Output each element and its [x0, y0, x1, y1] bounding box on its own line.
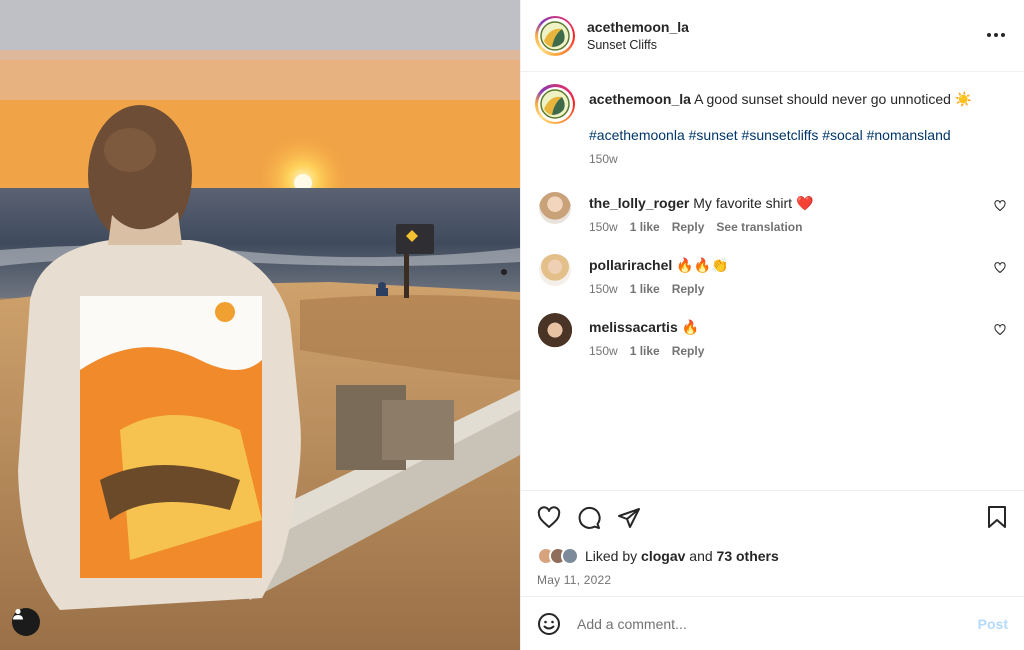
caption-age[interactable]: 150w	[589, 152, 618, 166]
instagram-post-modal: acethemoon_la Sunset Cliffs acethemoon_l…	[0, 0, 1024, 650]
add-comment-bar: Post	[521, 596, 1024, 650]
post-photo[interactable]	[0, 0, 520, 650]
like-heart-icon[interactable]	[537, 506, 561, 530]
reply-button[interactable]: Reply	[672, 282, 705, 296]
comment-item: the_lolly_roger My favorite shirt ❤️ 150…	[535, 188, 1008, 234]
likes-summary: Liked by clogav and 73 others	[537, 547, 1008, 565]
acethemoon-logo-icon	[540, 89, 570, 119]
post-location[interactable]: Sunset Cliffs	[587, 38, 689, 52]
comment-like-heart-icon[interactable]	[994, 200, 1006, 212]
likes-prefix: Liked by	[585, 548, 638, 564]
liker-avatars[interactable]	[537, 547, 579, 565]
comment-text: melissacartis 🔥	[589, 312, 1008, 336]
caption-avatar-image	[537, 86, 573, 122]
post-header: acethemoon_la Sunset Cliffs	[521, 0, 1024, 72]
emoji-smiley-icon[interactable]	[537, 612, 561, 636]
comment-input[interactable]	[577, 615, 978, 632]
reply-button[interactable]: Reply	[672, 344, 705, 358]
comment-likes[interactable]: 1 like	[630, 282, 660, 296]
comment-body: melissacartis 🔥 150w 1 like Reply	[589, 312, 1008, 358]
comment-meta: 150w 1 like Reply See translation	[589, 220, 1008, 234]
post-date[interactable]: May 11, 2022	[537, 573, 1008, 587]
commenter-avatar[interactable]	[536, 313, 574, 351]
comment-age[interactable]: 150w	[589, 220, 618, 234]
post-header-text: acethemoon_la Sunset Cliffs	[587, 19, 689, 52]
post-comment-button[interactable]: Post	[978, 616, 1008, 632]
person-icon	[13, 608, 23, 620]
likes-and: and	[689, 548, 713, 564]
caption-author-avatar[interactable]	[535, 84, 575, 124]
comment-likes[interactable]: 1 like	[630, 220, 660, 234]
comment-message: 🔥🔥👏	[676, 257, 729, 273]
action-icons	[537, 505, 1008, 531]
liked-by-user[interactable]: clogav	[641, 548, 685, 564]
more-options-button[interactable]	[986, 22, 1006, 42]
caption-username[interactable]: acethemoon_la	[589, 91, 691, 107]
comment-age[interactable]: 150w	[589, 282, 618, 296]
commenter-username[interactable]: melissacartis	[589, 319, 678, 335]
caption-meta: 150w	[589, 152, 1008, 166]
caption-hashtags[interactable]: #acethemoonla #sunset #sunsetcliffs #soc…	[589, 126, 1008, 144]
comment-text: pollarirachel 🔥🔥👏	[589, 250, 1008, 274]
comment-like-heart-icon[interactable]	[994, 324, 1006, 336]
author-username[interactable]: acethemoon_la	[587, 19, 689, 35]
reply-button[interactable]: Reply	[672, 220, 705, 234]
tagged-users-button[interactable]	[12, 608, 40, 636]
comment-item: pollarirachel 🔥🔥👏 150w 1 like Reply	[535, 250, 1008, 296]
liker-avatar	[561, 547, 579, 565]
comment-body: pollarirachel 🔥🔥👏 150w 1 like Reply	[589, 250, 1008, 296]
caption-body: acethemoon_la A good sunset should never…	[589, 84, 1008, 166]
more-horizontal-icon	[987, 33, 1005, 37]
comment-meta: 150w 1 like Reply	[589, 282, 1008, 296]
sunset-photo-illustration	[0, 0, 520, 650]
comment-message: 🔥	[681, 319, 700, 335]
commenter-username[interactable]: pollarirachel	[589, 257, 672, 273]
likes-others-link[interactable]: 73 others	[717, 548, 779, 564]
comment-item: melissacartis 🔥 150w 1 like Reply	[535, 312, 1008, 358]
author-avatar-image	[537, 18, 573, 53]
caption-message: A good sunset should never go unnoticed …	[694, 91, 973, 107]
share-paper-plane-icon[interactable]	[617, 506, 641, 530]
post-actions: Liked by clogav and 73 others May 11, 20…	[521, 490, 1024, 596]
comment-bubble-icon[interactable]	[577, 506, 601, 530]
save-bookmark-icon[interactable]	[986, 505, 1008, 529]
commenter-avatar[interactable]	[539, 192, 571, 224]
comment-like-heart-icon[interactable]	[994, 262, 1006, 274]
commenter-username[interactable]: the_lolly_roger	[589, 195, 689, 211]
commenter-avatar[interactable]	[539, 254, 571, 286]
comment-age[interactable]: 150w	[589, 344, 618, 358]
comments-list[interactable]: acethemoon_la A good sunset should never…	[521, 72, 1024, 490]
comment-body: the_lolly_roger My favorite shirt ❤️ 150…	[589, 188, 1008, 234]
acethemoon-logo-icon	[540, 20, 570, 51]
comment-likes[interactable]: 1 like	[630, 344, 660, 358]
comment-meta: 150w 1 like Reply	[589, 344, 1008, 358]
author-avatar[interactable]	[535, 15, 575, 56]
post-side-panel: acethemoon_la Sunset Cliffs acethemoon_l…	[520, 0, 1024, 650]
comment-message: My favorite shirt ❤️	[693, 195, 814, 211]
caption-text: acethemoon_la A good sunset should never…	[589, 84, 1008, 108]
comment-text: the_lolly_roger My favorite shirt ❤️	[589, 188, 1008, 212]
caption: acethemoon_la A good sunset should never…	[535, 84, 1008, 166]
see-translation-button[interactable]: See translation	[716, 220, 802, 234]
